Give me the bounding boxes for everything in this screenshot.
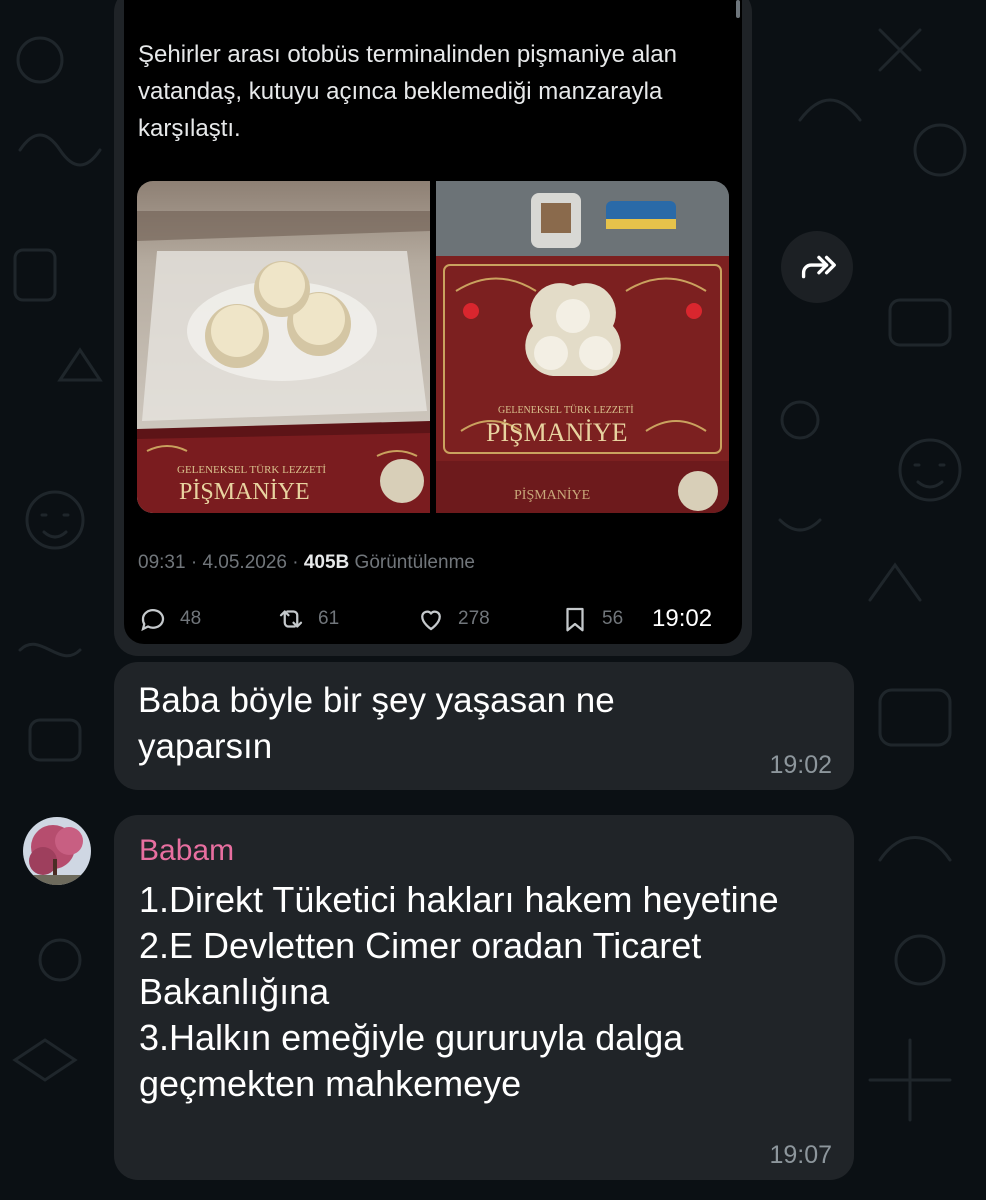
message-text: 1.Direkt Tüketici hakları hakem heyetine… <box>139 879 779 1104</box>
retweet-count: 61 <box>318 608 340 629</box>
reply-action[interactable]: 48 <box>138 604 201 634</box>
tweet-date: 4.05.2026 <box>202 552 287 573</box>
like-count: 278 <box>458 608 490 629</box>
forward-button[interactable] <box>781 231 853 303</box>
tweet-scrollbar[interactable] <box>736 0 740 18</box>
message-time: 19:02 <box>652 605 713 632</box>
meta-separator: · <box>286 552 304 573</box>
like-action[interactable]: 278 <box>416 604 490 634</box>
tweet-views-count: 405B <box>303 552 350 573</box>
incoming-message[interactable]: Babam 1.Direkt Tüketici hakları hakem he… <box>114 815 854 1180</box>
meta-separator: · <box>185 552 203 573</box>
forward-icon <box>801 255 836 279</box>
bookmark-action[interactable]: 56 <box>560 604 623 634</box>
bookmark-count: 56 <box>602 608 624 629</box>
left-brand-small: GELENEKSEL TÜRK LEZZETİ <box>177 464 326 476</box>
avatar[interactable] <box>23 817 91 885</box>
message-text: Baba böyle bir şey yaşasan ne yaparsın <box>138 681 615 766</box>
right-brand-bottom: PİŞMANİYE <box>514 487 590 503</box>
tweet-text: Şehirler arası otobüs terminalinden pişm… <box>138 41 677 142</box>
outgoing-message[interactable]: Baba böyle bir şey yaşasan ne yaparsın 1… <box>114 662 854 790</box>
tweet-views-label: Görüntülenme <box>349 552 475 573</box>
retweet-icon <box>279 610 303 628</box>
message-time: 19:07 <box>769 1141 832 1169</box>
tweet-photo-box-closed[interactable]: GELENEKSEL TÜRK LEZZETİ PİŞMANİYE PİŞMAN… <box>436 181 729 513</box>
reply-icon <box>141 609 165 632</box>
sender-name[interactable]: Babam <box>139 833 234 869</box>
tweet-meta: 09:31 · 4.05.2026 · 405B Görüntülenme <box>138 552 475 574</box>
reply-count: 48 <box>180 608 202 629</box>
retweet-action[interactable]: 61 <box>276 604 339 634</box>
tweet-photo-box-open[interactable]: GELENEKSEL TÜRK LEZZETİ PİŞMANİYE <box>137 181 430 513</box>
like-icon <box>421 610 441 631</box>
right-brand-small: GELENEKSEL TÜRK LEZZETİ <box>498 404 634 416</box>
bookmark-icon <box>566 607 584 632</box>
right-brand-big: PİŞMANİYE <box>486 418 628 447</box>
left-brand-big: PİŞMANİYE <box>179 479 310 505</box>
tweet-time-of-day: 09:31 <box>138 552 186 573</box>
message-time: 19:02 <box>769 751 832 779</box>
